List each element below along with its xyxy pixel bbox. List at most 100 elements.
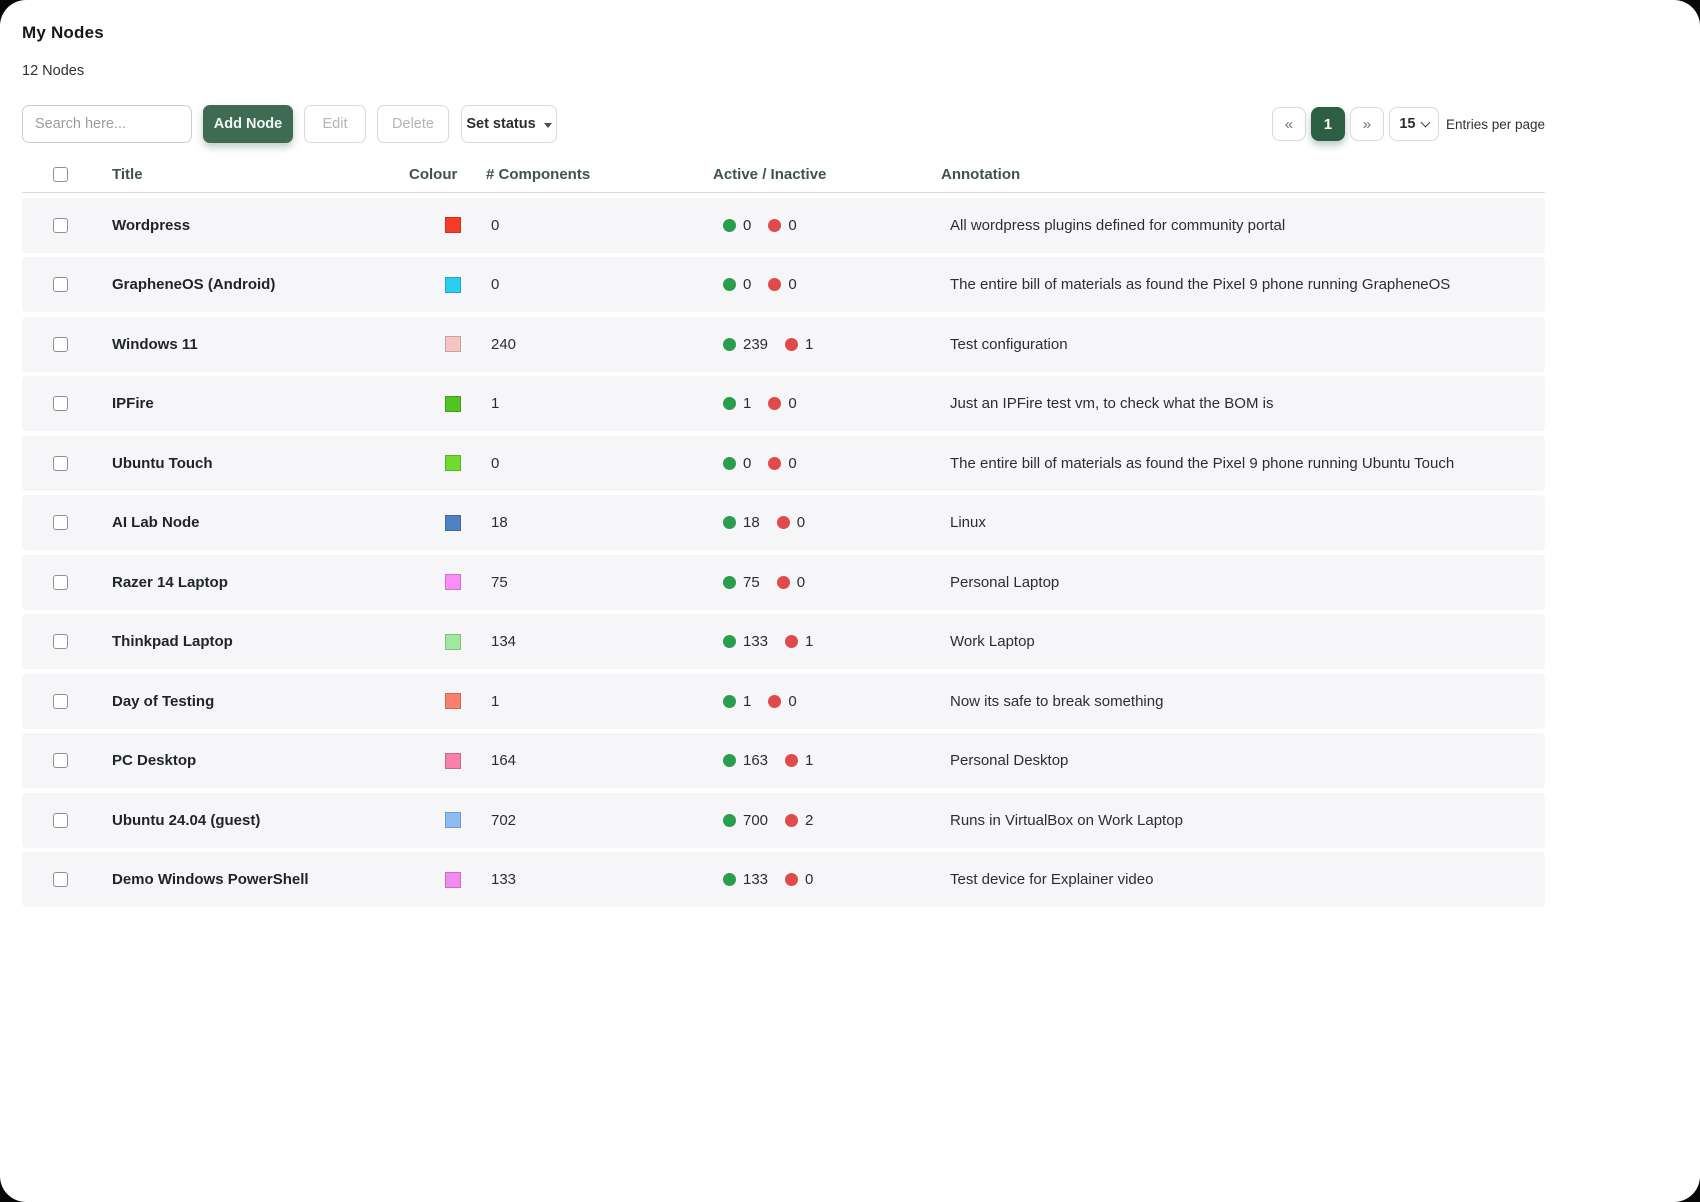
- annotation: Now its safe to break something: [941, 693, 1545, 710]
- component-count: 0: [486, 276, 713, 293]
- row-checkbox[interactable]: [53, 872, 68, 887]
- active-count: 0: [743, 276, 751, 293]
- add-node-button[interactable]: Add Node: [203, 105, 293, 143]
- node-title: PC Desktop: [112, 752, 409, 769]
- inactive-count: 1: [805, 336, 813, 353]
- annotation: The entire bill of materials as found th…: [941, 455, 1545, 472]
- node-title: Ubuntu 24.04 (guest): [112, 812, 409, 829]
- colour-swatch: [445, 634, 461, 650]
- table-row[interactable]: Day of Testing 1 1 0 Now its safe to bre…: [22, 674, 1545, 729]
- component-count: 18: [486, 514, 713, 531]
- table-body: Wordpress 0 0 0 All wordpress plugins de…: [22, 198, 1545, 908]
- active-dot-icon: [723, 814, 736, 827]
- table-row[interactable]: GrapheneOS (Android) 0 0 0 The entire bi…: [22, 257, 1545, 312]
- inactive-count: 0: [797, 514, 805, 531]
- active-dot-icon: [723, 397, 736, 410]
- table-row[interactable]: Wordpress 0 0 0 All wordpress plugins de…: [22, 198, 1545, 253]
- node-title: IPFire: [112, 395, 409, 412]
- my-nodes-card: My Nodes 12 Nodes Add Node Edit Delete S…: [0, 0, 1700, 1202]
- colour-swatch: [445, 217, 461, 233]
- row-checkbox[interactable]: [53, 337, 68, 352]
- row-checkbox[interactable]: [53, 634, 68, 649]
- row-checkbox[interactable]: [53, 515, 68, 530]
- set-status-label: Set status: [466, 116, 535, 132]
- table-row[interactable]: Razer 14 Laptop 75 75 0 Personal Laptop: [22, 555, 1545, 610]
- row-checkbox[interactable]: [53, 753, 68, 768]
- table-row[interactable]: Windows 11 240 239 1 Test configuration: [22, 317, 1545, 372]
- row-checkbox[interactable]: [53, 694, 68, 709]
- node-title: Day of Testing: [112, 693, 409, 710]
- inactive-count: 0: [797, 574, 805, 591]
- page-title: My Nodes: [22, 23, 1700, 43]
- active-count: 133: [743, 633, 768, 650]
- active-count: 700: [743, 812, 768, 829]
- annotation: Work Laptop: [941, 633, 1545, 650]
- toolbar: Add Node Edit Delete Set status « 1 » 15…: [22, 105, 1545, 143]
- annotation: Just an IPFire test vm, to check what th…: [941, 395, 1545, 412]
- component-count: 1: [486, 395, 713, 412]
- colour-swatch: [445, 277, 461, 293]
- header-colour: Colour: [409, 166, 486, 183]
- row-checkbox[interactable]: [53, 277, 68, 292]
- table-row[interactable]: AI Lab Node 18 18 0 Linux: [22, 495, 1545, 550]
- colour-swatch: [445, 872, 461, 888]
- node-title: Wordpress: [112, 217, 409, 234]
- prev-page-button[interactable]: «: [1272, 107, 1306, 141]
- colour-swatch: [445, 396, 461, 412]
- colour-swatch: [445, 336, 461, 352]
- inactive-count: 0: [805, 871, 813, 888]
- table-row[interactable]: IPFire 1 1 0 Just an IPFire test vm, to …: [22, 376, 1545, 431]
- active-dot-icon: [723, 457, 736, 470]
- colour-swatch: [445, 574, 461, 590]
- header-title: Title: [112, 166, 409, 183]
- colour-swatch: [445, 812, 461, 828]
- active-count: 0: [743, 455, 751, 472]
- select-all-checkbox[interactable]: [53, 167, 68, 182]
- next-page-button[interactable]: »: [1350, 107, 1384, 141]
- active-dot-icon: [723, 754, 736, 767]
- node-title: AI Lab Node: [112, 514, 409, 531]
- inactive-dot-icon: [768, 457, 781, 470]
- table-header-row: Title Colour # Components Active / Inact…: [22, 157, 1545, 193]
- active-dot-icon: [723, 695, 736, 708]
- table-row[interactable]: Ubuntu 24.04 (guest) 702 700 2 Runs in V…: [22, 793, 1545, 848]
- annotation: Personal Desktop: [941, 752, 1545, 769]
- node-count-label: 12 Nodes: [22, 63, 1700, 79]
- search-input[interactable]: [22, 105, 192, 143]
- component-count: 1: [486, 693, 713, 710]
- page-size-dropdown[interactable]: 15: [1389, 107, 1439, 141]
- colour-swatch: [445, 455, 461, 471]
- component-count: 702: [486, 812, 713, 829]
- inactive-dot-icon: [785, 754, 798, 767]
- header-components: # Components: [486, 166, 713, 183]
- inactive-dot-icon: [768, 695, 781, 708]
- inactive-dot-icon: [785, 814, 798, 827]
- row-checkbox[interactable]: [53, 396, 68, 411]
- table-row[interactable]: Thinkpad Laptop 134 133 1 Work Laptop: [22, 614, 1545, 669]
- inactive-dot-icon: [768, 219, 781, 232]
- inactive-dot-icon: [768, 278, 781, 291]
- annotation: Runs in VirtualBox on Work Laptop: [941, 812, 1545, 829]
- inactive-dot-icon: [768, 397, 781, 410]
- delete-button[interactable]: Delete: [377, 105, 449, 143]
- edit-button[interactable]: Edit: [304, 105, 366, 143]
- row-checkbox[interactable]: [53, 813, 68, 828]
- node-title: GrapheneOS (Android): [112, 276, 409, 293]
- caret-down-icon: [544, 123, 552, 128]
- page-1-button[interactable]: 1: [1311, 107, 1345, 141]
- annotation: Test device for Explainer video: [941, 871, 1545, 888]
- inactive-count: 0: [788, 217, 796, 234]
- colour-swatch: [445, 515, 461, 531]
- row-checkbox[interactable]: [53, 218, 68, 233]
- table-row[interactable]: PC Desktop 164 163 1 Personal Desktop: [22, 733, 1545, 788]
- set-status-dropdown[interactable]: Set status: [461, 105, 557, 143]
- inactive-count: 0: [788, 455, 796, 472]
- row-checkbox[interactable]: [53, 456, 68, 471]
- table-row[interactable]: Ubuntu Touch 0 0 0 The entire bill of ma…: [22, 436, 1545, 491]
- component-count: 134: [486, 633, 713, 650]
- node-title: Windows 11: [112, 336, 409, 353]
- component-count: 0: [486, 455, 713, 472]
- table-row[interactable]: Demo Windows PowerShell 133 133 0 Test d…: [22, 852, 1545, 907]
- row-checkbox[interactable]: [53, 575, 68, 590]
- active-count: 18: [743, 514, 760, 531]
